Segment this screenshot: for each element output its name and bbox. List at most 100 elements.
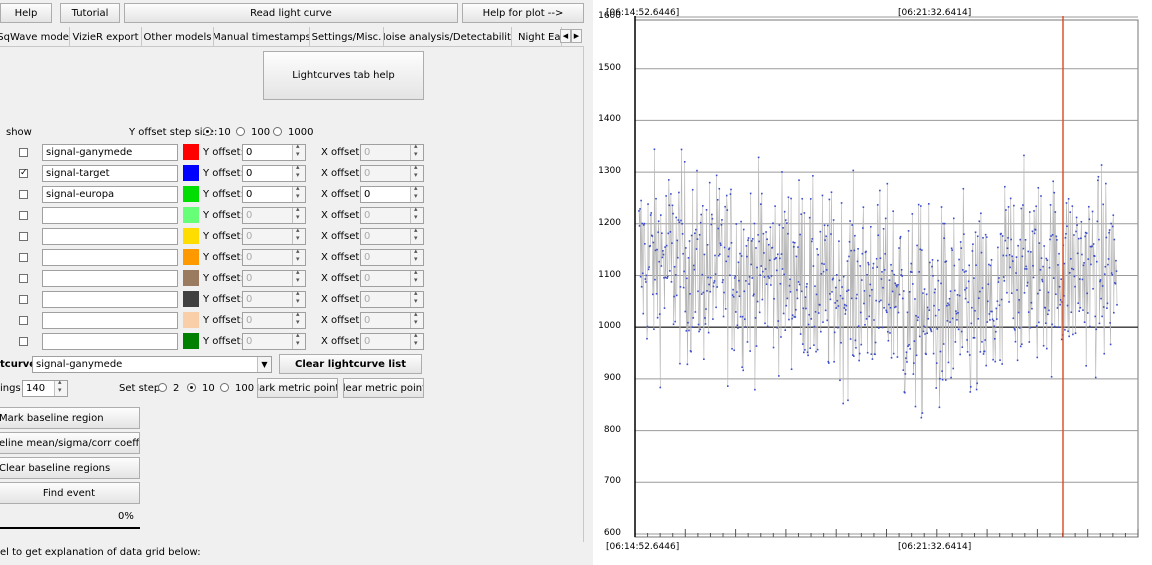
- smoothing-spinner[interactable]: 140: [22, 378, 68, 397]
- spinner-arrows-icon[interactable]: [292, 205, 305, 223]
- spinner-arrows-icon[interactable]: [54, 378, 67, 396]
- spinner-arrows-icon[interactable]: [292, 289, 305, 307]
- set-step-radio-2[interactable]: [158, 383, 167, 392]
- y-offset-spinner[interactable]: 0: [242, 205, 306, 224]
- y-offset-spinner[interactable]: 0: [242, 163, 306, 182]
- show-checkbox[interactable]: [19, 337, 28, 346]
- tutorial-button[interactable]: Tutorial: [60, 3, 120, 23]
- x-offset-spinner[interactable]: 0: [360, 331, 424, 350]
- tab-scroll-left-icon[interactable]: ◀: [560, 29, 571, 43]
- color-swatch[interactable]: [183, 249, 199, 265]
- y-offset-spinner[interactable]: 0: [242, 310, 306, 329]
- x-offset-spinner[interactable]: 0: [360, 289, 424, 308]
- show-checkbox[interactable]: ✓: [19, 169, 28, 178]
- color-swatch[interactable]: [183, 312, 199, 328]
- color-swatch[interactable]: [183, 228, 199, 244]
- spinner-arrows-icon[interactable]: [410, 163, 423, 181]
- y-offset-spinner[interactable]: 0: [242, 331, 306, 350]
- lightcurves-tab-help-button[interactable]: Lightcurves tab help: [263, 51, 424, 100]
- x-offset-spinner[interactable]: 0: [360, 310, 424, 329]
- spinner-arrows-icon[interactable]: [292, 163, 305, 181]
- show-checkbox[interactable]: [19, 316, 28, 325]
- plot-canvas[interactable]: [593, 0, 1152, 565]
- show-checkbox[interactable]: [19, 190, 28, 199]
- show-checkbox[interactable]: [19, 253, 28, 262]
- show-checkbox[interactable]: [19, 232, 28, 241]
- spinner-arrows-icon[interactable]: [292, 142, 305, 160]
- x-offset-spinner[interactable]: 0: [360, 163, 424, 182]
- x-offset-spinner[interactable]: 0: [360, 205, 424, 224]
- y-step-radio-1000[interactable]: [273, 127, 282, 136]
- clear-lightcurve-list-button[interactable]: Clear lightcurve list: [279, 354, 422, 374]
- clear-metric-points-button[interactable]: Clear metric points: [343, 378, 424, 398]
- lightcurve-name-field[interactable]: signal-ganymede: [42, 144, 178, 161]
- clear-baseline-regions-button[interactable]: Clear baseline regions: [0, 457, 140, 479]
- tab-other-models[interactable]: Other models: [142, 27, 214, 47]
- spinner-arrows-icon[interactable]: [410, 289, 423, 307]
- y-offset-spinner[interactable]: 0: [242, 142, 306, 161]
- tab-vizier-export[interactable]: VizieR export: [70, 27, 142, 47]
- spinner-arrows-icon[interactable]: [292, 310, 305, 328]
- lightcurve-name-field[interactable]: [42, 270, 178, 287]
- tab-noise-analysis[interactable]: Noise analysis/Detectability: [384, 27, 512, 47]
- spinner-arrows-icon[interactable]: [410, 205, 423, 223]
- tab-scroll-right-icon[interactable]: ▶: [571, 29, 582, 43]
- color-swatch[interactable]: [183, 186, 199, 202]
- x-offset-spinner[interactable]: 0: [360, 268, 424, 287]
- lightcurve-name-field[interactable]: signal-target: [42, 165, 178, 182]
- color-swatch[interactable]: [183, 144, 199, 160]
- spinner-arrows-icon[interactable]: [292, 226, 305, 244]
- spinner-arrows-icon[interactable]: [292, 184, 305, 202]
- show-checkbox[interactable]: [19, 148, 28, 157]
- tab-sqwave-model[interactable]: SqWave model: [0, 27, 70, 47]
- x-offset-spinner[interactable]: 0: [360, 142, 424, 161]
- lightcurve-name-field[interactable]: [42, 333, 178, 350]
- tab-settings-misc[interactable]: Settings/Misc.: [310, 27, 384, 47]
- y-offset-spinner[interactable]: 0: [242, 289, 306, 308]
- lightcurve-name-field[interactable]: [42, 312, 178, 329]
- lightcurve-select[interactable]: signal-ganymede ▼: [32, 356, 272, 373]
- y-offset-spinner[interactable]: 0: [242, 226, 306, 245]
- help-button[interactable]: Help: [0, 3, 52, 23]
- show-checkbox[interactable]: [19, 274, 28, 283]
- color-swatch[interactable]: [183, 291, 199, 307]
- mark-baseline-region-button[interactable]: Mark baseline region: [0, 407, 140, 429]
- y-step-radio-10[interactable]: [203, 127, 212, 136]
- lightcurve-name-field[interactable]: signal-europa: [42, 186, 178, 203]
- y-step-radio-100[interactable]: [236, 127, 245, 136]
- color-swatch[interactable]: [183, 270, 199, 286]
- spinner-arrows-icon[interactable]: [410, 184, 423, 202]
- spinner-arrows-icon[interactable]: [292, 247, 305, 265]
- spinner-arrows-icon[interactable]: [292, 268, 305, 286]
- y-offset-spinner[interactable]: 0: [242, 184, 306, 203]
- spinner-arrows-icon[interactable]: [410, 142, 423, 160]
- spinner-arrows-icon[interactable]: [410, 268, 423, 286]
- tab-night-eagle[interactable]: Night Eagl: [512, 27, 562, 47]
- lightcurve-name-field[interactable]: [42, 249, 178, 266]
- y-offset-spinner[interactable]: 0: [242, 268, 306, 287]
- spinner-arrows-icon[interactable]: [292, 331, 305, 349]
- lightcurve-name-field[interactable]: [42, 228, 178, 245]
- help-for-plot-button[interactable]: Help for plot -->: [462, 3, 584, 23]
- read-light-curve-button[interactable]: Read light curve: [124, 3, 458, 23]
- spinner-arrows-icon[interactable]: [410, 310, 423, 328]
- set-step-radio-10[interactable]: [187, 383, 196, 392]
- y-offset-spinner[interactable]: 0: [242, 247, 306, 266]
- baseline-stats-button[interactable]: eline mean/sigma/corr coeffs: [0, 432, 140, 454]
- x-offset-spinner[interactable]: 0: [360, 184, 424, 203]
- set-step-radio-100[interactable]: [220, 383, 229, 392]
- show-checkbox[interactable]: [19, 295, 28, 304]
- lightcurve-name-field[interactable]: [42, 291, 178, 308]
- tab-manual-timestamps[interactable]: Manual timestamps: [214, 27, 310, 47]
- color-swatch[interactable]: [183, 207, 199, 223]
- spinner-arrows-icon[interactable]: [410, 331, 423, 349]
- lightcurve-name-field[interactable]: [42, 207, 178, 224]
- spinner-arrows-icon[interactable]: [410, 247, 423, 265]
- color-swatch[interactable]: [183, 333, 199, 349]
- lightcurve-plot[interactable]: [06:14:52.6446] [06:21:32.6414] [06:14:5…: [593, 0, 1152, 565]
- find-event-button[interactable]: Find event: [0, 482, 140, 504]
- x-offset-spinner[interactable]: 0: [360, 247, 424, 266]
- x-offset-spinner[interactable]: 0: [360, 226, 424, 245]
- color-swatch[interactable]: [183, 165, 199, 181]
- mark-metric-points-button[interactable]: Mark metric points: [257, 378, 338, 398]
